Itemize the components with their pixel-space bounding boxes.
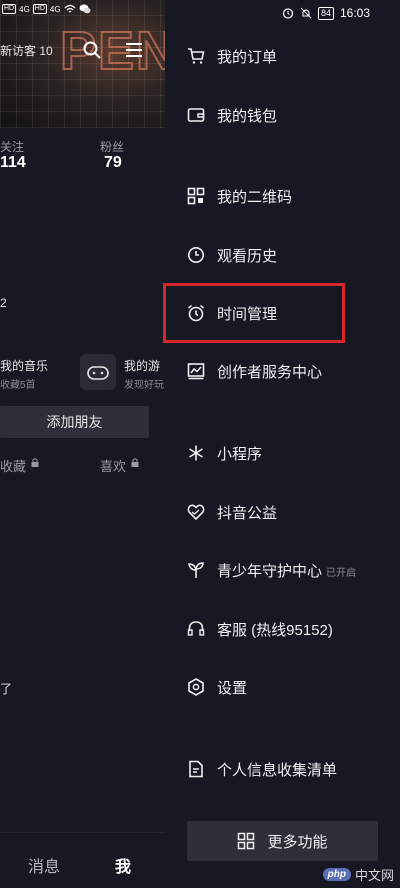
following-label: 关注 <box>0 140 25 154</box>
status-bar: HD 4G HD 4G 84 16:03 <box>0 0 400 28</box>
more-features-label: 更多功能 <box>267 833 328 851</box>
menu-item-my-qrcode[interactable]: 我的二维码 <box>165 176 400 216</box>
wechat-icon <box>79 4 91 14</box>
hd-badge-1: HD <box>2 4 17 14</box>
tab-favorites[interactable]: 收藏 <box>0 456 26 475</box>
asterisk-icon <box>189 445 203 461</box>
menu-item-my-wallet[interactable]: 我的钱包 <box>165 95 400 135</box>
charity-heart-icon <box>187 504 205 521</box>
add-friend-button[interactable]: 添加朋友 <box>0 406 149 438</box>
bottom-nav: 消息 我 <box>0 832 165 888</box>
menu-label: 观看历史 <box>217 247 278 265</box>
menu-label: 我的钱包 <box>217 107 278 125</box>
add-friend-label: 添加朋友 <box>46 414 103 430</box>
hd-badge-2: HD <box>32 4 47 14</box>
menu-item-my-orders[interactable]: 我的订单 <box>165 36 400 76</box>
tab-likes[interactable]: 喜欢 <box>100 456 126 475</box>
watermark: php 中文网 <box>322 865 394 884</box>
menu-label: 小程序 <box>217 445 263 463</box>
wifi-icon <box>64 4 76 13</box>
cart-icon <box>188 48 205 64</box>
my-music-subtitle: 收藏5首 <box>0 380 36 391</box>
qrcode-icon <box>187 187 205 205</box>
search-icon[interactable] <box>82 40 102 60</box>
nav-me[interactable]: 我 <box>115 853 131 877</box>
document-icon <box>189 760 203 778</box>
more-features-button[interactable]: 更多功能 <box>187 821 378 861</box>
menu-item-charity[interactable]: 抖音公益 <box>165 492 400 532</box>
watermark-text: 中文网 <box>354 868 394 883</box>
following-count[interactable]: 114 <box>0 154 26 172</box>
history-clock-icon <box>188 247 204 263</box>
menu-item-creator-center[interactable]: 创作者服务中心 <box>165 351 400 391</box>
menu-icon[interactable] <box>124 40 144 60</box>
fans-label: 粉丝 <box>100 140 125 154</box>
menu-label: 个人信息收集清单 <box>217 761 338 779</box>
watermark-badge: php <box>322 868 351 881</box>
network-4g-1: 4G <box>19 4 30 14</box>
signal-indicators: HD 4G HD 4G <box>2 4 91 14</box>
battery-indicator: 84 <box>317 6 334 20</box>
status-badge: 已开启 <box>326 567 357 579</box>
lock-icon <box>131 458 139 467</box>
highlight-box <box>163 283 345 343</box>
menu-label: 我的订单 <box>217 48 278 66</box>
game-controller-icon[interactable] <box>80 354 116 390</box>
menu-item-mini-programs[interactable]: 小程序 <box>165 433 400 473</box>
menu-label: 客服 (热线95152) <box>217 621 333 639</box>
menu-item-settings[interactable]: 设置 <box>165 667 400 707</box>
menu-label-text: 青少年守护中心 <box>217 562 323 580</box>
menu-label: 我的二维码 <box>217 188 293 206</box>
headset-icon <box>187 621 205 636</box>
fans-count[interactable]: 79 <box>104 154 122 172</box>
my-games-title[interactable]: 我的游 <box>124 357 160 374</box>
nav-messages[interactable]: 消息 <box>28 853 60 877</box>
menu-item-personal-info-list[interactable]: 个人信息收集清单 <box>165 749 400 789</box>
hexagon-settings-icon <box>188 678 204 696</box>
clock-time: 16:03 <box>339 6 370 20</box>
my-music-title[interactable]: 我的音乐 <box>0 357 48 374</box>
wallet-icon <box>187 108 205 122</box>
menu-label: 创作者服务中心 <box>217 363 323 381</box>
chart-icon <box>187 363 205 380</box>
menu-item-youth-protection[interactable]: 青少年守护中心 已开启 <box>165 550 400 590</box>
menu-label: 设置 <box>217 679 248 697</box>
grid-icon <box>238 832 255 850</box>
menu-item-customer-service[interactable]: 客服 (热线95152) <box>165 609 400 649</box>
sprout-icon <box>188 562 204 578</box>
menu-item-watch-history[interactable]: 观看历史 <box>165 235 400 275</box>
side-drawer: 我的订单 我的钱包 我的二维码 观看历史 时间管理 创作者服务中心 小程序 抖音… <box>165 0 400 888</box>
profile-page-background: PEN 新访客 10 关注 114 粉丝 79 2 我的音乐 收藏5首 我的游 … <box>0 0 165 888</box>
fragment-text-2: 了 <box>0 682 13 696</box>
fragment-text: 2 <box>0 296 7 310</box>
menu-label: 抖音公益 <box>217 504 278 522</box>
mute-bell-icon <box>300 7 312 19</box>
lock-icon <box>31 458 39 467</box>
menu-label: 青少年守护中心 已开启 <box>217 560 356 581</box>
my-games-subtitle: 发现好玩 <box>124 380 164 391</box>
new-visitors-count[interactable]: 新访客 10 <box>0 42 53 59</box>
alarm-status-icon <box>282 8 294 19</box>
status-right: 84 16:03 <box>282 6 370 20</box>
neon-sign-decoration: PEN <box>59 20 165 82</box>
network-4g-2: 4G <box>49 4 61 14</box>
